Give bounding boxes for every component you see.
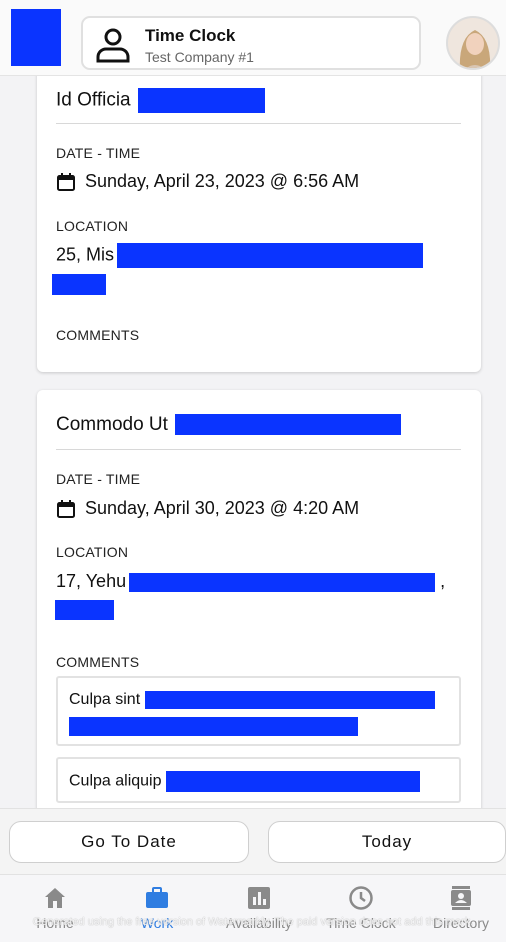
entry-title-text: Id Officia <box>56 89 131 111</box>
time-entry-card[interactable]: Id Officia DATE - TIME Sunday, April 23,… <box>37 60 481 372</box>
redacted-block <box>69 717 358 736</box>
calendar-icon <box>57 172 75 191</box>
briefcase-icon <box>146 887 168 908</box>
clock-icon <box>349 886 373 910</box>
tab-label: Home <box>36 915 74 931</box>
date-time-value: Sunday, April 30, 2023 @ 4:20 AM <box>85 498 360 518</box>
location-label: LOCATION <box>56 544 129 560</box>
user-avatar[interactable] <box>446 16 500 70</box>
go-to-date-button[interactable]: Go To Date <box>9 821 249 863</box>
location-label: LOCATION <box>56 218 129 234</box>
date-time-label: DATE - TIME <box>56 145 141 161</box>
location-value: 17, Yehu , <box>56 571 445 592</box>
comment-text: Culpa aliquip <box>69 771 420 792</box>
divider <box>56 449 461 450</box>
app-header: Time Clock Test Company #1 <box>0 0 506 76</box>
contacts-icon <box>451 886 471 910</box>
tab-home[interactable]: Home <box>10 885 100 939</box>
tab-label: Time Clock <box>326 915 396 931</box>
entry-title: Commodo Ut <box>56 414 402 436</box>
entry-date-time: Sunday, April 23, 2023 @ 6:56 AM <box>56 171 359 192</box>
time-clock-title: Time Clock <box>145 26 236 45</box>
comments-label: COMMENTS <box>56 327 140 343</box>
today-button[interactable]: Today <box>268 821 506 863</box>
tab-work[interactable]: Work <box>112 885 202 939</box>
time-entry-card[interactable]: Commodo Ut DATE - TIME Sunday, April 30,… <box>37 390 481 820</box>
date-time-value: Sunday, April 23, 2023 @ 6:56 AM <box>85 171 360 191</box>
time-clock-card[interactable]: Time Clock Test Company #1 <box>81 16 421 70</box>
comment-item[interactable]: Culpa sint <box>56 676 461 746</box>
avatar-image <box>448 18 498 68</box>
location-suffix: , <box>440 571 446 591</box>
redacted-block <box>117 243 424 268</box>
company-name: Test Company #1 <box>145 49 254 65</box>
entry-title-text: Commodo Ut <box>56 414 168 435</box>
comment-item[interactable]: Culpa aliquip <box>56 757 461 803</box>
comment-text-value: Culpa aliquip <box>69 772 162 790</box>
date-actions-bar: Go To Date Today <box>0 808 506 874</box>
divider <box>56 123 461 124</box>
redacted-block <box>137 88 265 113</box>
redacted-block <box>55 600 114 620</box>
bar-chart-icon <box>248 887 270 909</box>
company-logo-redacted <box>11 9 61 66</box>
tab-time-clock[interactable]: Time Clock <box>316 885 406 939</box>
date-time-label: DATE - TIME <box>56 471 141 487</box>
comment-text-value: Culpa sint <box>69 691 141 709</box>
comments-label: COMMENTS <box>56 654 140 670</box>
location-value: 25, Mis <box>56 243 424 268</box>
redacted-block <box>52 274 106 295</box>
bottom-tab-bar: Home Work Availability Time Clock Direct… <box>0 874 506 942</box>
calendar-icon <box>57 499 75 518</box>
redacted-block <box>175 414 402 436</box>
person-icon <box>96 28 130 63</box>
tab-directory[interactable]: Directory <box>416 885 506 939</box>
redacted-block <box>129 572 436 592</box>
tab-label: Directory <box>432 915 489 931</box>
tab-label: Work <box>140 915 174 931</box>
location-text: 17, Yehu <box>56 571 127 591</box>
entry-date-time: Sunday, April 30, 2023 @ 4:20 AM <box>56 498 359 519</box>
location-text: 25, Mis <box>56 244 115 265</box>
entry-title: Id Officia <box>56 88 265 113</box>
comment-text: Culpa sint <box>69 691 435 709</box>
tab-label: Availability <box>226 915 292 931</box>
tab-availability[interactable]: Availability <box>214 885 304 939</box>
redacted-block <box>144 691 435 709</box>
redacted-block <box>165 771 420 792</box>
home-icon <box>45 888 65 908</box>
